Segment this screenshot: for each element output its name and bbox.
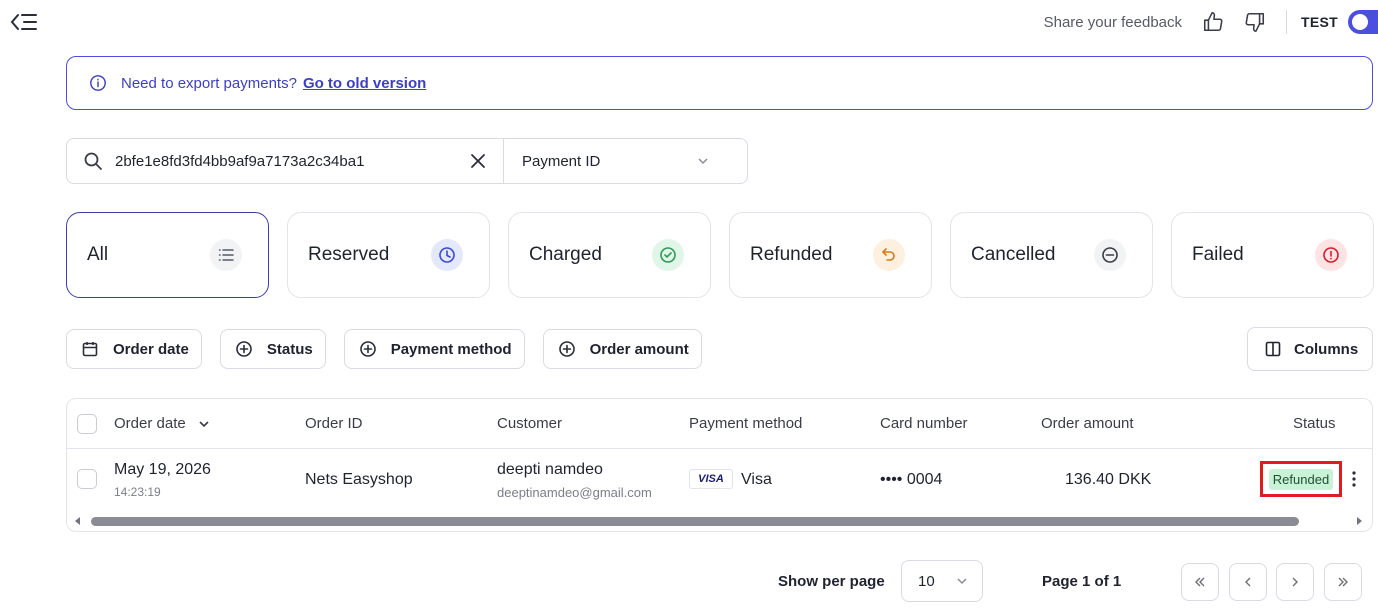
- order-amount-filter[interactable]: Order amount: [542, 329, 702, 369]
- last-page-button[interactable]: [1324, 563, 1362, 601]
- undo-icon: [873, 239, 905, 271]
- collapse-sidebar-icon[interactable]: [10, 10, 38, 34]
- scroll-right-arrow-icon[interactable]: [1357, 517, 1362, 525]
- status-filter[interactable]: Status: [219, 329, 326, 369]
- topbar-divider: [1286, 10, 1288, 34]
- scrollbar-thumb[interactable]: [91, 517, 1299, 526]
- chevron-left-icon: [1245, 577, 1251, 587]
- tab-charged[interactable]: Charged: [508, 212, 711, 298]
- header-order-amount: Order amount: [1041, 415, 1134, 432]
- header-card-number: Card number: [880, 415, 968, 432]
- header-customer: Customer: [497, 415, 563, 432]
- columns-icon: [1265, 341, 1281, 357]
- tab-all[interactable]: All: [66, 212, 269, 298]
- top-bar: Share your feedback TEST: [1044, 0, 1378, 44]
- plus-circle-icon: [558, 341, 575, 357]
- per-page-select[interactable]: 10: [901, 560, 983, 602]
- scroll-left-arrow-icon[interactable]: [75, 517, 80, 525]
- chevron-right-icon: [1292, 577, 1298, 587]
- banner-text: Need to export payments?: [121, 74, 297, 92]
- header-order-date[interactable]: Order date: [114, 415, 210, 432]
- columns-label: Columns: [1294, 340, 1359, 358]
- tab-label: Charged: [529, 244, 602, 265]
- chevron-down-icon: [199, 421, 209, 428]
- search-input[interactable]: [115, 152, 455, 170]
- order-date-filter[interactable]: Order date: [66, 329, 202, 369]
- info-icon: [90, 75, 106, 91]
- test-mode-label: TEST: [1301, 14, 1338, 30]
- tab-label: Cancelled: [971, 244, 1056, 265]
- first-page-button[interactable]: [1181, 563, 1219, 601]
- pagination: Show per page 10 Page 1 of 1: [0, 560, 1378, 604]
- show-per-page-label: Show per page: [778, 573, 885, 590]
- row-time: 14:23:19: [114, 485, 161, 499]
- chevrons-left-icon: [1195, 577, 1205, 587]
- search-bar: Payment ID: [66, 138, 748, 184]
- tab-failed[interactable]: Failed: [1171, 212, 1374, 298]
- search-icon: [84, 152, 102, 170]
- row-checkbox[interactable]: [77, 469, 97, 489]
- minus-circle-icon: [1094, 239, 1126, 271]
- test-mode-toggle[interactable]: [1348, 10, 1378, 34]
- tab-label: Refunded: [750, 244, 833, 265]
- row-order-id: Nets Easyshop: [305, 471, 413, 488]
- plus-circle-icon: [236, 341, 252, 357]
- chevron-down-icon: [698, 158, 708, 165]
- thumbs-down-icon[interactable]: [1244, 11, 1266, 33]
- status-highlight-box: Refunded: [1260, 461, 1342, 497]
- tab-refunded[interactable]: Refunded: [729, 212, 932, 298]
- prev-page-button[interactable]: [1229, 563, 1267, 601]
- filter-label: Order amount: [589, 340, 689, 358]
- filter-label: Order date: [113, 340, 189, 358]
- feedback-label: Share your feedback: [1043, 13, 1183, 31]
- header-status: Status: [1293, 415, 1336, 432]
- horizontal-scrollbar[interactable]: [67, 515, 1372, 527]
- alert-circle-icon: [1315, 239, 1347, 271]
- next-page-button[interactable]: [1276, 563, 1314, 601]
- table-header: Order date Order ID Customer Payment met…: [67, 399, 1372, 449]
- header-payment-method: Payment method: [689, 415, 803, 432]
- tab-label: Failed: [1192, 244, 1244, 265]
- tab-label: Reserved: [308, 244, 390, 265]
- export-info-banner: Need to export payments? Go to old versi…: [66, 56, 1373, 110]
- tab-reserved[interactable]: Reserved: [287, 212, 490, 298]
- thumbs-up-icon[interactable]: [1202, 11, 1224, 33]
- row-date: May 19, 2026: [114, 461, 211, 478]
- filter-bar: Order date Status Payment method Order a…: [66, 329, 702, 369]
- status-tabs: All Reserved Charged Refunded Cancelled …: [66, 212, 1374, 298]
- chevron-down-icon: [957, 578, 967, 585]
- header-order-id: Order ID: [305, 415, 363, 432]
- columns-button[interactable]: Columns: [1247, 327, 1373, 371]
- header-label: Order date: [114, 415, 186, 432]
- row-order-amount: 136.40 DKK: [1065, 471, 1152, 488]
- payments-table: Order date Order ID Customer Payment met…: [66, 398, 1373, 532]
- more-options-icon[interactable]: [1349, 469, 1359, 489]
- select-all-checkbox[interactable]: [77, 414, 97, 434]
- list-icon: [210, 239, 242, 271]
- clear-search-icon[interactable]: [469, 152, 487, 170]
- row-customer-name: deepti namdeo: [497, 461, 603, 478]
- filter-label: Status: [266, 340, 313, 358]
- status-badge: Refunded: [1268, 468, 1334, 490]
- old-version-link[interactable]: Go to old version: [303, 75, 426, 92]
- clock-icon: [431, 239, 463, 271]
- chevrons-right-icon: [1338, 577, 1348, 587]
- tab-cancelled[interactable]: Cancelled: [950, 212, 1153, 298]
- visa-logo-icon: VISA: [689, 469, 733, 489]
- page-indicator: Page 1 of 1: [1042, 573, 1122, 590]
- search-field-value: Payment ID: [522, 152, 601, 170]
- plus-circle-icon: [359, 341, 376, 357]
- payment-method-filter[interactable]: Payment method: [343, 329, 525, 369]
- row-card-number: •••• 0004: [880, 471, 943, 488]
- check-circle-icon: [652, 239, 684, 271]
- calendar-icon: [82, 342, 98, 357]
- tab-label: All: [87, 244, 109, 265]
- row-payment-method: Visa: [741, 471, 772, 488]
- per-page-value: 10: [918, 572, 935, 590]
- search-field-select[interactable]: Payment ID: [504, 139, 734, 183]
- row-customer-email: deeptinamdeo@gmail.com: [497, 485, 652, 500]
- filter-label: Payment method: [390, 340, 512, 358]
